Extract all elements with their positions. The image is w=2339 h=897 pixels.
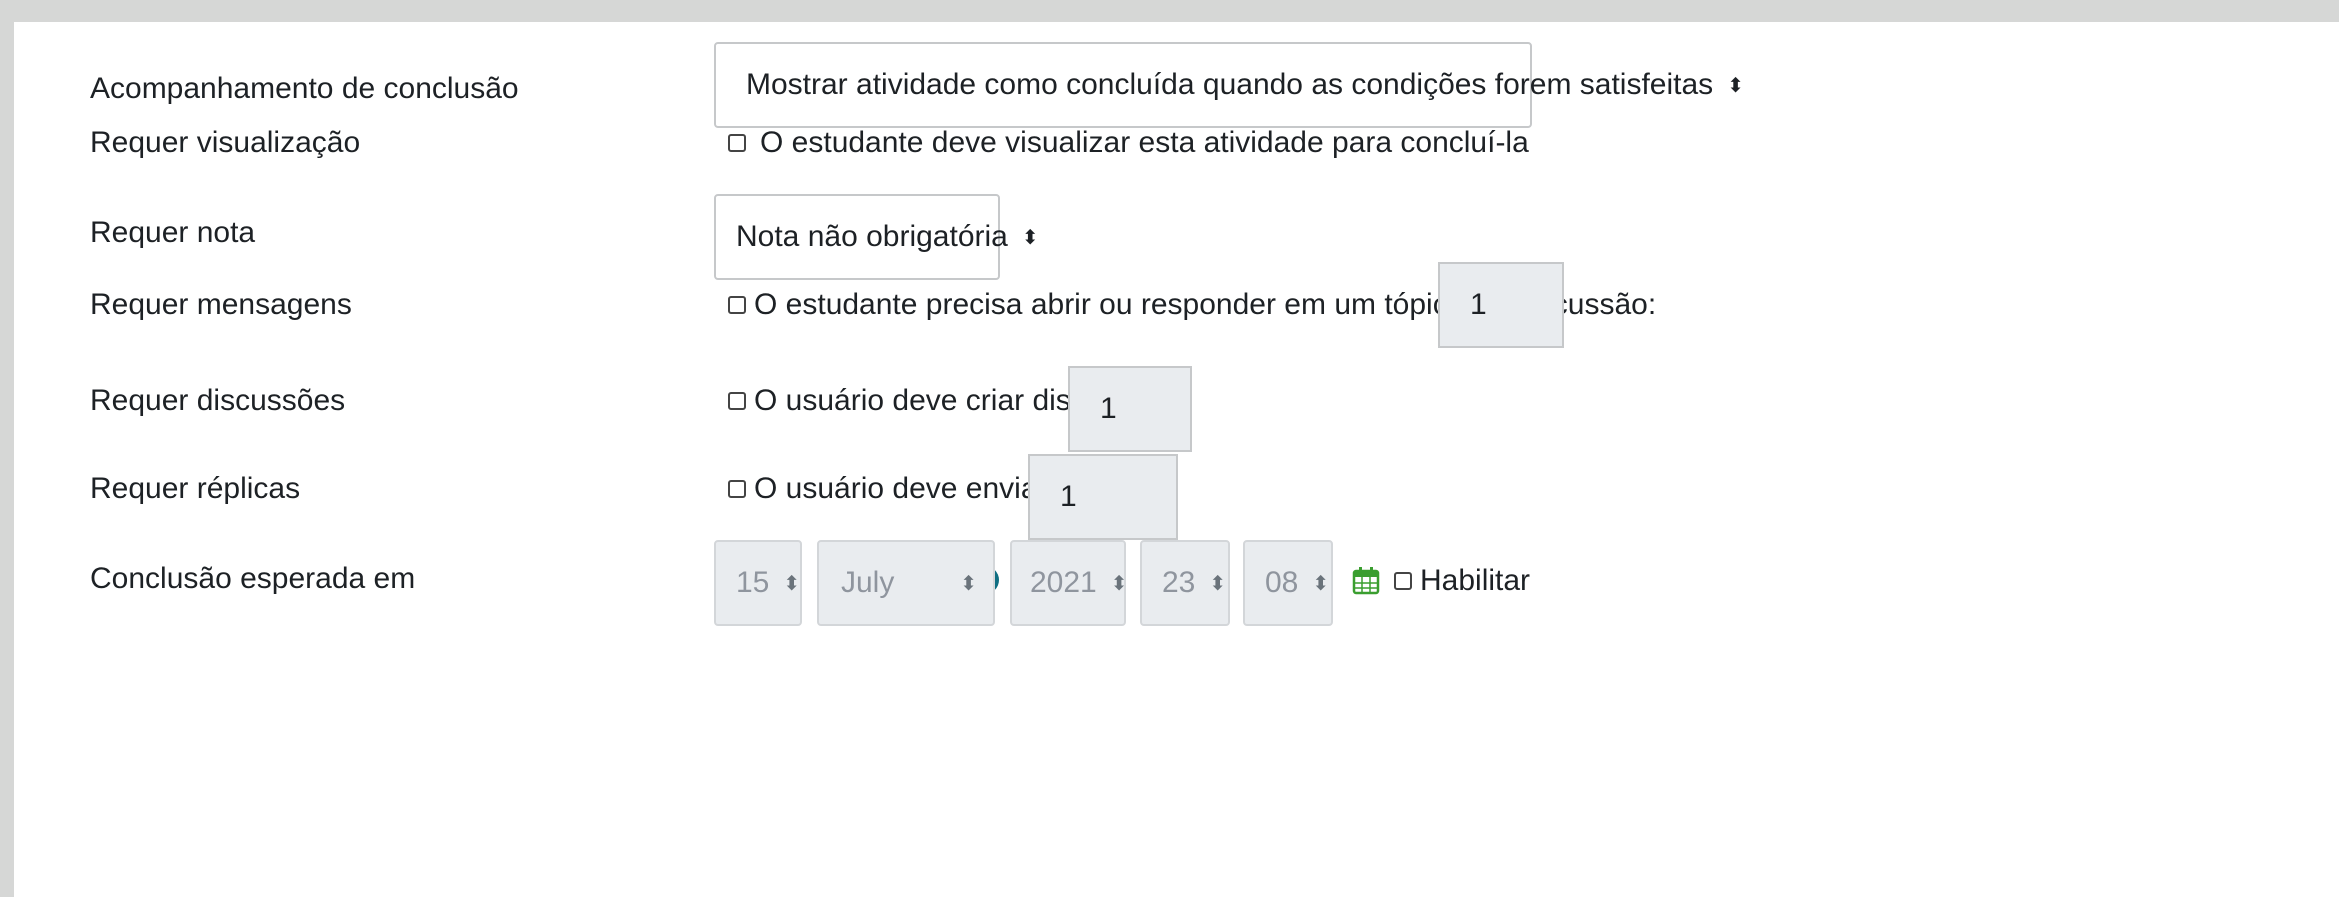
completion-settings-panel: Acompanhamento de conclusão ? Mostrar at… — [14, 22, 2339, 897]
enable-checkbox-label: Habilitar — [1420, 564, 1531, 597]
require-discussions-count-value: 1 — [1100, 392, 1117, 425]
require-replies-count-input[interactable]: 1 — [1028, 454, 1178, 540]
require-posts-label: Requer mensagens — [90, 288, 352, 321]
require-view-checkbox[interactable] — [728, 134, 746, 152]
require-posts-count-input[interactable]: 1 — [1438, 262, 1564, 348]
sort-caret-icon: ⬍ — [1312, 572, 1330, 595]
require-view-option: O estudante deve visualizar esta ativida… — [728, 126, 1529, 160]
calendar-icon[interactable] — [1351, 566, 1381, 596]
require-posts-checkbox[interactable] — [728, 296, 746, 314]
require-grade-value: Nota não obrigatória — [736, 220, 1008, 253]
require-view-label: Requer visualização — [90, 126, 361, 159]
sort-caret-icon: ⬍ — [1727, 74, 1744, 97]
require-grade-label: Requer nota — [90, 216, 256, 249]
sort-caret-icon: ⬍ — [1021, 226, 1039, 249]
completion-tracking-select[interactable]: Mostrar atividade como concluída quando … — [714, 42, 1744, 128]
expected-completion-label: Conclusão esperada em — [90, 562, 416, 595]
minute-value: 08 — [1265, 566, 1299, 599]
require-discussions-checkbox[interactable] — [728, 392, 746, 410]
require-grade-select[interactable]: Nota não obrigatória ⬍ — [714, 194, 1039, 280]
require-discussions-label: Requer discussões — [90, 384, 346, 417]
day-select[interactable]: 15 ⬍ — [714, 540, 802, 626]
enable-checkbox[interactable] — [1394, 572, 1412, 590]
hour-select[interactable]: 23 ⬍ — [1140, 540, 1230, 626]
day-value: 15 — [736, 566, 770, 599]
sort-caret-icon: ⬍ — [1110, 572, 1128, 595]
sort-caret-icon: ⬍ — [1209, 572, 1227, 595]
completion-tracking-value: Mostrar atividade como concluída quando … — [746, 68, 1714, 101]
enable-option: Habilitar — [1394, 564, 1530, 598]
completion-tracking-label: Acompanhamento de conclusão — [90, 72, 519, 105]
require-view-checkbox-label: O estudante deve visualizar esta ativida… — [760, 126, 1529, 159]
sort-caret-icon: ⬍ — [783, 572, 801, 595]
minute-select[interactable]: 08 ⬍ — [1243, 540, 1333, 626]
year-value: 2021 — [1030, 566, 1097, 599]
month-value: July — [841, 566, 895, 599]
require-replies-label: Requer réplicas — [90, 472, 301, 505]
month-select[interactable]: July ⬍ — [817, 540, 995, 626]
year-select[interactable]: 2021 ⬍ — [1010, 540, 1128, 626]
require-discussions-count-input[interactable]: 1 — [1068, 366, 1192, 452]
require-posts-count-value: 1 — [1470, 288, 1487, 321]
hour-value: 23 — [1162, 566, 1196, 599]
sort-caret-icon: ⬍ — [960, 572, 977, 595]
require-replies-count-value: 1 — [1060, 480, 1077, 513]
require-replies-checkbox[interactable] — [728, 480, 746, 498]
